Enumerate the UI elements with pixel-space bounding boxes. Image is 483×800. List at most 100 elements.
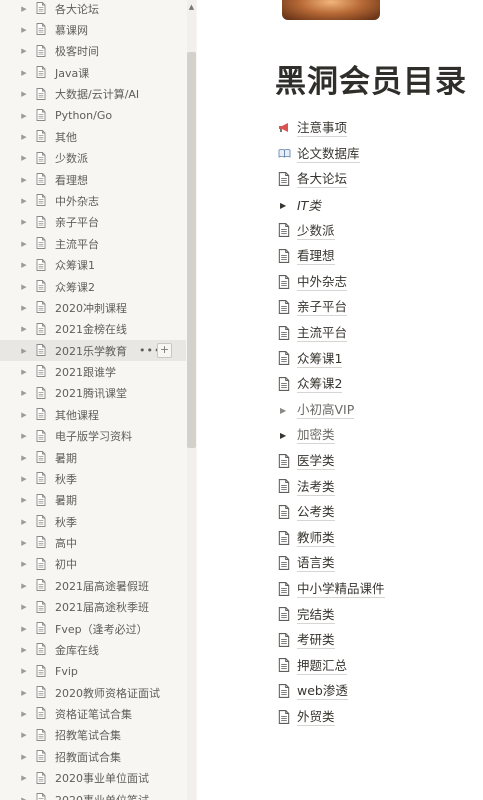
sidebar-item[interactable]: ▶ 2021金榜在线: [0, 319, 186, 340]
sidebar-item[interactable]: ▶ 招教笔试合集: [0, 725, 186, 746]
content-page-link[interactable]: ▶ 加密类: [276, 423, 476, 449]
expand-triangle-icon[interactable]: ▶: [20, 5, 28, 13]
expand-triangle-icon[interactable]: ▶: [20, 325, 28, 333]
expand-triangle-icon[interactable]: ▶: [20, 475, 28, 483]
expand-triangle-icon[interactable]: ▶: [20, 133, 28, 141]
sidebar-item[interactable]: ▶ 秋季: [0, 468, 186, 489]
sidebar-item[interactable]: ▶ 2020事业单位笔试: [0, 789, 186, 800]
sidebar-item[interactable]: ▶ 暑期: [0, 447, 186, 468]
expand-triangle-icon[interactable]: ▶: [20, 710, 28, 718]
sidebar-item[interactable]: ▶ 极客时间: [0, 41, 186, 62]
expand-triangle-icon[interactable]: ▶: [20, 796, 28, 800]
content-page-link[interactable]: 注意事项: [276, 116, 476, 142]
content-page-link[interactable]: 外贸类: [276, 705, 476, 731]
content-page-link[interactable]: 考研类: [276, 628, 476, 654]
content-page-link[interactable]: 主流平台: [276, 321, 476, 347]
expand-triangle-icon[interactable]: ▶: [20, 197, 28, 205]
content-page-link[interactable]: 完结类: [276, 602, 476, 628]
content-page-link[interactable]: 法考类: [276, 474, 476, 500]
add-subpage-button[interactable]: +: [157, 343, 172, 358]
content-page-link[interactable]: 各大论坛: [276, 167, 476, 193]
expand-triangle-icon[interactable]: ▶: [20, 261, 28, 269]
sidebar-item[interactable]: ▶ 看理想: [0, 169, 186, 190]
expand-triangle-icon[interactable]: ▶: [20, 454, 28, 462]
sidebar-item[interactable]: ▶ 高中: [0, 532, 186, 553]
sidebar-item[interactable]: ▶ 2021届高途秋季班: [0, 597, 186, 618]
expand-triangle-icon[interactable]: ▶: [20, 432, 28, 440]
toggle-triangle-icon[interactable]: ▶: [280, 431, 286, 440]
expand-triangle-icon[interactable]: ▶: [20, 389, 28, 397]
content-page-link[interactable]: web渗透: [276, 679, 476, 705]
expand-triangle-icon[interactable]: ▶: [20, 218, 28, 226]
content-page-link[interactable]: 教师类: [276, 526, 476, 552]
content-page-link[interactable]: 论文数据库: [276, 142, 476, 168]
sidebar-item[interactable]: ▶ 其他: [0, 126, 186, 147]
sidebar-item[interactable]: ▶ 初中: [0, 554, 186, 575]
expand-triangle-icon[interactable]: ▶: [20, 753, 28, 761]
expand-triangle-icon[interactable]: ▶: [20, 154, 28, 162]
expand-triangle-icon[interactable]: ▶: [20, 689, 28, 697]
sidebar-item[interactable]: ▶ 2021乐学教育 ••• +: [0, 340, 186, 362]
expand-triangle-icon[interactable]: ▶: [20, 240, 28, 248]
sidebar-item[interactable]: ▶ Python/Go: [0, 105, 186, 126]
expand-triangle-icon[interactable]: ▶: [20, 90, 28, 98]
sidebar-item[interactable]: ▶ 慕课网: [0, 19, 186, 40]
expand-triangle-icon[interactable]: ▶: [20, 603, 28, 611]
sidebar-item[interactable]: ▶ 主流平台: [0, 233, 186, 254]
content-page-link[interactable]: 亲子平台: [276, 295, 476, 321]
expand-triangle-icon[interactable]: ▶: [20, 26, 28, 34]
content-page-link[interactable]: ▶ 小初高VIP: [276, 398, 476, 424]
content-page-link[interactable]: 公考类: [276, 500, 476, 526]
sidebar-item[interactable]: ▶ 其他课程: [0, 404, 186, 425]
sidebar-item[interactable]: ▶ 招教面试合集: [0, 746, 186, 767]
expand-triangle-icon[interactable]: ▶: [20, 112, 28, 120]
sidebar-item[interactable]: ▶ 少数派: [0, 148, 186, 169]
expand-triangle-icon[interactable]: ▶: [20, 539, 28, 547]
content-page-link[interactable]: 众筹课2: [276, 372, 476, 398]
scroll-up-arrow-icon[interactable]: ▲: [187, 2, 196, 12]
sidebar-item[interactable]: ▶ 金库在线: [0, 639, 186, 660]
sidebar-item[interactable]: ▶ Fvep（逢考必过）: [0, 618, 186, 639]
expand-triangle-icon[interactable]: ▶: [20, 582, 28, 590]
toggle-triangle-icon[interactable]: ▶: [280, 406, 286, 415]
sidebar-item[interactable]: ▶ 资格证笔试合集: [0, 703, 186, 724]
content-page-link[interactable]: 看理想: [276, 244, 476, 270]
sidebar-item[interactable]: ▶ 众筹课2: [0, 276, 186, 297]
expand-triangle-icon[interactable]: ▶: [20, 646, 28, 654]
expand-triangle-icon[interactable]: ▶: [20, 69, 28, 77]
expand-triangle-icon[interactable]: ▶: [20, 368, 28, 376]
sidebar-item[interactable]: ▶ 2020教师资格证面试: [0, 682, 186, 703]
sidebar-item[interactable]: ▶ 2021跟谁学: [0, 361, 186, 382]
expand-triangle-icon[interactable]: ▶: [20, 347, 28, 355]
content-page-link[interactable]: 众筹课1: [276, 346, 476, 372]
sidebar-item[interactable]: ▶ 暑期: [0, 490, 186, 511]
sidebar-item[interactable]: ▶ 2021届高途暑假班: [0, 575, 186, 596]
sidebar-item[interactable]: ▶ 2021腾讯课堂: [0, 383, 186, 404]
content-page-link[interactable]: 医学类: [276, 449, 476, 475]
expand-triangle-icon[interactable]: ▶: [20, 731, 28, 739]
expand-triangle-icon[interactable]: ▶: [20, 496, 28, 504]
sidebar-item[interactable]: ▶ 亲子平台: [0, 212, 186, 233]
sidebar-scrollbar-thumb[interactable]: [187, 52, 196, 448]
sidebar-item[interactable]: ▶ 2020冲刺课程: [0, 297, 186, 318]
sidebar-item[interactable]: ▶ Java课: [0, 62, 186, 83]
expand-triangle-icon[interactable]: ▶: [20, 176, 28, 184]
sidebar-item[interactable]: ▶ 各大论坛: [0, 0, 186, 19]
content-page-link[interactable]: ▶ IT类: [276, 193, 476, 219]
content-page-link[interactable]: 中小学精品课件: [276, 577, 476, 603]
expand-triangle-icon[interactable]: ▶: [20, 667, 28, 675]
toggle-triangle-icon[interactable]: ▶: [280, 201, 286, 210]
expand-triangle-icon[interactable]: ▶: [20, 304, 28, 312]
content-page-link[interactable]: 押题汇总: [276, 653, 476, 679]
content-page-link[interactable]: 少数派: [276, 218, 476, 244]
content-page-link[interactable]: 语言类: [276, 551, 476, 577]
sidebar-item[interactable]: ▶ 秋季: [0, 511, 186, 532]
expand-triangle-icon[interactable]: ▶: [20, 625, 28, 633]
expand-triangle-icon[interactable]: ▶: [20, 774, 28, 782]
expand-triangle-icon[interactable]: ▶: [20, 283, 28, 291]
expand-triangle-icon[interactable]: ▶: [20, 411, 28, 419]
expand-triangle-icon[interactable]: ▶: [20, 47, 28, 55]
sidebar-item[interactable]: ▶ 众筹课1: [0, 255, 186, 276]
content-page-link[interactable]: 中外杂志: [276, 270, 476, 296]
expand-triangle-icon[interactable]: ▶: [20, 518, 28, 526]
